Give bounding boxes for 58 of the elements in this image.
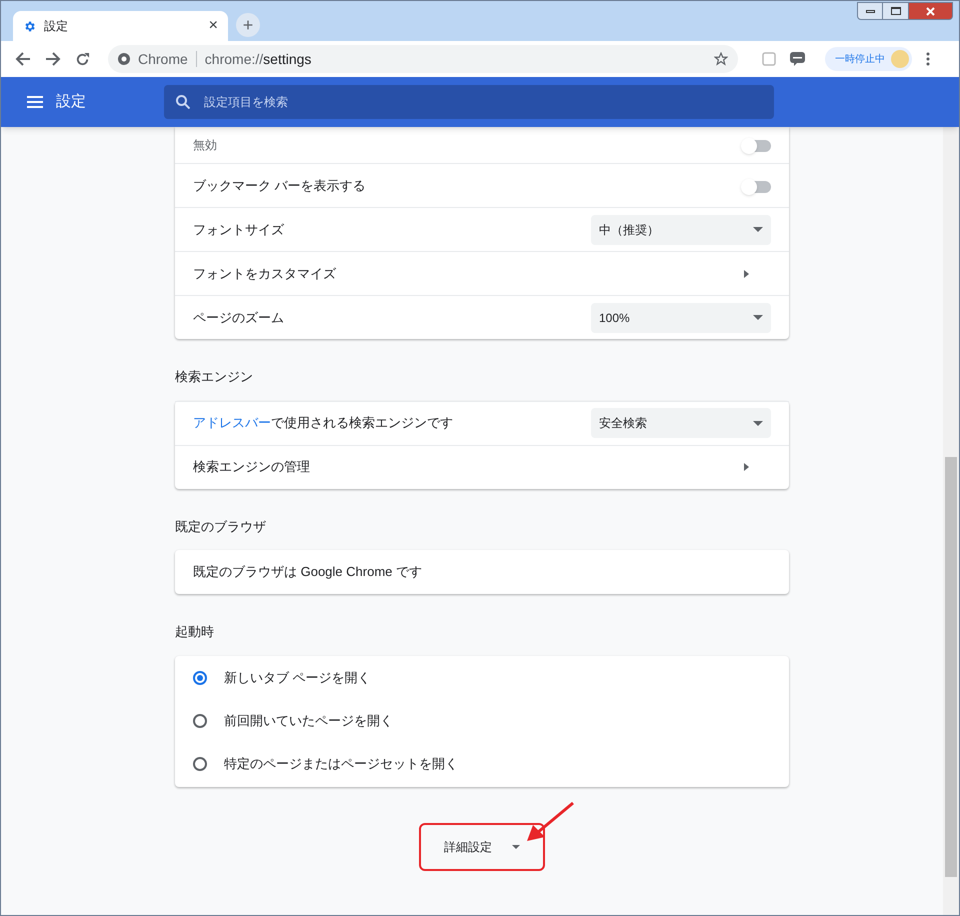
radio-button[interactable]: [193, 671, 207, 685]
row-label: ページのズーム: [193, 308, 285, 327]
site-label: Chrome: [138, 50, 188, 68]
close-tab-button[interactable]: ×: [208, 18, 218, 34]
dropdown-select[interactable]: 中（推奨）: [591, 214, 771, 244]
tab-title: 設定: [44, 18, 69, 35]
dropdown-select[interactable]: 100%: [591, 302, 771, 332]
header-title: 設定: [56, 92, 87, 112]
minimize-button[interactable]: [857, 2, 883, 20]
row-label: 検索エンジンの管理: [193, 458, 311, 476]
caret-icon: [512, 844, 520, 848]
section-heading: 既定のブラウザ: [175, 518, 267, 536]
radio-option[interactable]: 前回開いていたページを開く: [175, 700, 789, 742]
close-window-button[interactable]: [909, 2, 953, 20]
row-sublabel: 無効: [193, 137, 218, 154]
chrome-logo-icon: [118, 53, 130, 65]
url-text: chrome://settings: [204, 50, 312, 69]
maximize-button[interactable]: [883, 2, 909, 20]
caret-icon: [753, 315, 763, 320]
scrollbar-thumb[interactable]: [945, 457, 957, 877]
toggle-switch[interactable]: [741, 178, 771, 194]
radio-button[interactable]: [193, 714, 207, 728]
minimize-icon: [866, 10, 874, 12]
dropdown-select[interactable]: 安全検索: [591, 408, 771, 438]
menu-icon[interactable]: [27, 96, 43, 108]
back-arrow-icon[interactable]: [15, 51, 31, 67]
radio-option[interactable]: 新しいタブ ページを開く: [175, 656, 789, 700]
row-label: フォントサイズ: [193, 220, 285, 239]
toggle-switch[interactable]: [741, 137, 771, 153]
caret-icon: [753, 227, 763, 232]
row-label: フォントをカスタマイズ: [193, 264, 337, 283]
close-icon: [926, 6, 935, 16]
search-field[interactable]: 設定項目を検索: [164, 85, 774, 119]
star-icon[interactable]: [714, 52, 728, 66]
section-heading: 検索エンジン: [175, 368, 254, 386]
default-browser-text: 既定のブラウザは Google Chrome です: [193, 563, 422, 582]
row-label: アドレスバーで使用される検索エンジンです: [193, 414, 454, 432]
row-label: ブックマーク バーを表示する: [193, 176, 367, 195]
new-tab-button[interactable]: +: [236, 13, 260, 37]
reload-icon[interactable]: [75, 52, 90, 66]
address-bar-link[interactable]: アドレスバー: [193, 415, 271, 430]
more-menu-icon[interactable]: [926, 52, 930, 66]
profile-button[interactable]: 一時停止中: [825, 47, 912, 71]
radio-button[interactable]: [193, 757, 207, 771]
avatar-icon: [891, 50, 909, 68]
browser-tab[interactable]: 設定 ×: [13, 11, 228, 41]
caret-icon: [753, 420, 763, 426]
radio-option[interactable]: 特定のページまたはページセットを開く: [175, 742, 789, 786]
chat-bubble-icon[interactable]: [790, 52, 805, 66]
section-heading: 起動時: [175, 623, 215, 641]
gear-icon: [23, 20, 36, 32]
maximize-icon: [890, 7, 900, 15]
chevron-right-icon[interactable]: [744, 270, 749, 278]
search-icon: [176, 95, 190, 109]
address-bar[interactable]: Chrome chrome://settings: [108, 45, 738, 73]
chevron-right-icon[interactable]: [744, 463, 749, 471]
advanced-settings-button[interactable]: 詳細設定: [444, 838, 520, 856]
forward-arrow-icon[interactable]: [45, 51, 61, 67]
